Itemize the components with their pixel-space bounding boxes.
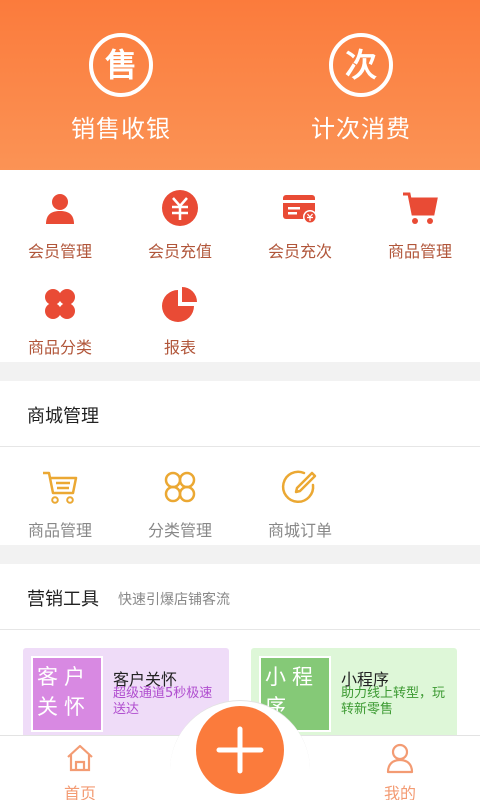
mall-section-title: 商城管理 — [27, 406, 99, 427]
grid-item-label: 报表 — [163, 338, 196, 357]
category-icon — [45, 289, 75, 319]
grid-item-label: 会员充值 — [147, 242, 212, 261]
home-icon — [67, 744, 93, 772]
customer-care-thumbnail: 客户关怀 — [31, 656, 103, 732]
grid-item-label: 商品分类 — [27, 338, 92, 357]
sale-checkout-button[interactable]: 售 销售收银 — [41, 30, 201, 143]
marketing-section-header: 营销工具 快速引爆店铺客流 — [0, 564, 480, 630]
user-icon — [386, 743, 414, 774]
grid-item-member-count-recharge[interactable]: 会员充次 — [240, 170, 360, 266]
count-glyph-icon: 次 — [329, 33, 393, 97]
mall-item-product-management[interactable]: 商品管理 — [0, 447, 120, 545]
add-button[interactable] — [196, 706, 284, 794]
mall-item-label: 商品管理 — [27, 521, 92, 540]
mall-grid: 商品管理 分类管理 商城订单 — [0, 447, 480, 545]
category-outline-icon — [164, 471, 196, 503]
grid-item-member-recharge[interactable]: 会员充值 — [120, 170, 240, 266]
sale-glyph-icon: 售 — [89, 33, 153, 97]
mall-item-label: 分类管理 — [147, 521, 212, 540]
pie-chart-icon — [162, 287, 197, 322]
nav-mine[interactable]: 我的 — [360, 740, 440, 800]
yuan-recharge-icon — [162, 190, 198, 226]
sale-checkout-label: 销售收银 — [71, 115, 171, 143]
nav-home[interactable]: 首页 — [40, 740, 120, 800]
grid-item-report[interactable]: 报表 — [120, 266, 240, 362]
marketing-section-subtitle: 快速引爆店铺客流 — [118, 592, 230, 608]
nav-home-label: 首页 — [63, 784, 96, 800]
grid-item-label: 商品管理 — [387, 242, 452, 261]
grid-item-label: 会员充次 — [267, 242, 332, 261]
function-grid: 会员管理 会员充值 会员充次 商品管理 商品分类 报表 — [0, 170, 480, 362]
grid-item-product-management[interactable]: 商品管理 — [360, 170, 480, 266]
marketing-section-title: 营销工具 — [27, 589, 99, 610]
mall-item-category-management[interactable]: 分类管理 — [120, 447, 240, 545]
plus-icon — [216, 726, 264, 774]
card-recharge-icon — [283, 195, 317, 224]
mini-program-desc: 助力线上转型，玩转新零售 — [341, 686, 446, 717]
count-consume-label: 计次消费 — [311, 115, 411, 143]
grid-item-product-category[interactable]: 商品分类 — [0, 266, 120, 362]
grid-item-member-management[interactable]: 会员管理 — [0, 170, 120, 266]
cart-outline-icon — [43, 471, 78, 504]
mall-section-header: 商城管理 — [0, 381, 480, 447]
cart-icon — [403, 192, 438, 224]
member-icon — [46, 194, 74, 224]
edit-order-icon — [281, 470, 317, 504]
nav-mine-label: 我的 — [383, 784, 416, 800]
count-consume-button[interactable]: 次 计次消费 — [281, 30, 441, 143]
mall-item-mall-orders[interactable]: 商城订单 — [240, 447, 360, 545]
header-banner: 售 销售收银 次 计次消费 — [0, 0, 480, 170]
grid-item-label: 会员管理 — [27, 242, 92, 261]
mall-item-label: 商城订单 — [267, 521, 332, 540]
